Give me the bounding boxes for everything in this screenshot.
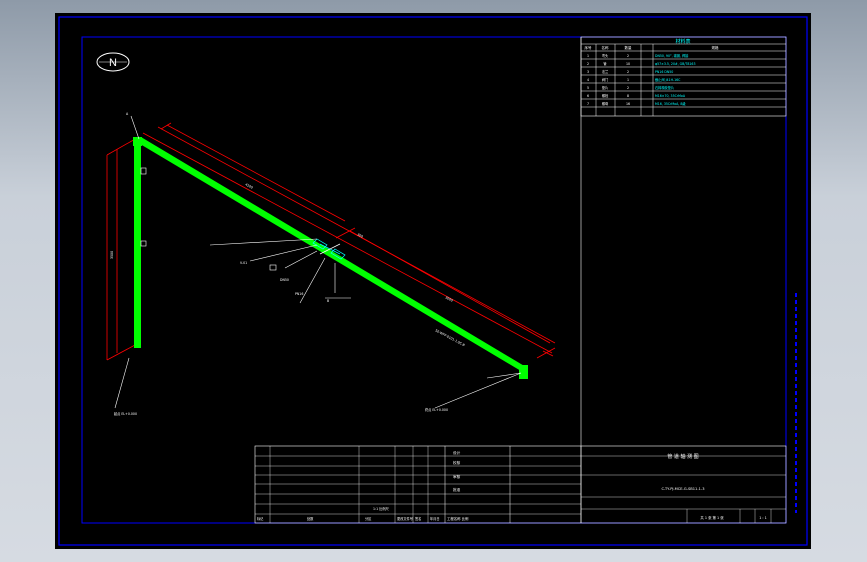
material-table-header: 材料表 <box>675 38 690 45</box>
material-table-cell: 螺母 <box>602 101 608 106</box>
pipe-segment-diagonal[interactable] <box>135 137 526 371</box>
elbow-end[interactable] <box>519 365 528 379</box>
tb-sign-label: 更改文件号 <box>397 516 413 521</box>
annotation-dim-mid: 3000 <box>445 295 454 302</box>
material-table-cell: 2 <box>627 86 629 90</box>
material-table-cell: 弯头 <box>602 53 609 58</box>
annotation-start: 起点 EL+0.000 <box>114 411 137 416</box>
annotation-label: B <box>327 299 329 303</box>
title-block: 设计 校核 审核 批准 工程名称 比例 标记 处数 分区 更改文件号 签名 年月… <box>254 445 787 524</box>
cad-viewport[interactable]: N 材料表 序号 名称 数量 规格 1 弯头 2 DN50, 90°, 碳钢, … <box>0 0 867 562</box>
tb-row-label: 校核 <box>453 460 461 465</box>
material-table-cell: 5 <box>587 86 589 90</box>
col-header: 规格 <box>712 45 720 50</box>
tb-sheet-info: 共 1 张 第 1 张 <box>700 515 724 520</box>
material-table-cell: 8 <box>627 94 629 98</box>
material-table-cell: PN16 DN50 <box>655 70 673 74</box>
material-table-cell: 阀门 <box>602 77 608 82</box>
material-table-cell: 7 <box>587 102 589 106</box>
material-table-cell: 2 <box>587 62 589 66</box>
tb-mid-label: 工程名称 比例 <box>447 516 469 521</box>
tb-sign-label: 分区 <box>365 516 372 521</box>
tb-bottom-note: 1:1 比例尺 <box>373 506 390 511</box>
annotation-leader: PN16 <box>295 292 303 296</box>
material-table-cell: 螺栓 <box>602 93 609 98</box>
tb-row-label: 设计 <box>453 450 461 455</box>
material-table-cell: DN50, 90°, 碳钢, 焊接 <box>655 53 689 58</box>
tb-scale: 1 : 1 <box>759 516 767 520</box>
annotation-leader: DN50 <box>280 278 289 282</box>
material-table-cell: 管 <box>603 61 606 66</box>
drawing-canvas: N 材料表 序号 名称 数量 规格 1 弯头 2 DN50, 90°, 碳钢, … <box>58 16 808 546</box>
annotation-dim-vertical: 3500 <box>110 251 114 259</box>
tb-sign-label: 标记 <box>257 516 264 521</box>
material-table-cell: 6 <box>587 94 589 98</box>
material-table-cell: 4 <box>587 78 589 82</box>
material-table-cell: 16 <box>626 102 630 106</box>
tb-title: 管 道 轴 测 图 <box>667 453 698 460</box>
north-symbol: N <box>96 52 130 72</box>
material-table: 材料表 序号 名称 数量 规格 1 弯头 2 DN50, 90°, 碳钢, 焊接 2 管 1… <box>580 36 787 117</box>
elbow-top[interactable] <box>133 137 142 146</box>
material-table-cell: 10 <box>626 62 630 66</box>
material-table-cell: 截止阀 J41H-16C <box>655 77 681 82</box>
pipe-segment-vertical[interactable] <box>134 141 141 348</box>
material-table-cell: 2 <box>627 54 629 58</box>
material-table-cell: φ57×3.5, 20#, GB/T8163 <box>655 62 695 66</box>
col-header: 名称 <box>602 45 610 50</box>
tb-drawing-no: C-TY-PJ-MCE-G-SB11-1-3 <box>661 487 704 491</box>
tb-sign-label: 签名 <box>415 516 421 521</box>
annotation-valve-tag: V-01 <box>240 261 247 265</box>
material-table-cell: 法兰 <box>602 69 608 74</box>
material-table-cell: 垫片 <box>602 85 608 90</box>
material-table-cell: 2 <box>627 70 629 74</box>
tb-sign-label: 处数 <box>307 516 314 521</box>
tb-row-label: 审核 <box>453 474 461 479</box>
col-header: 数量 <box>625 45 633 50</box>
material-table-cell: 1 <box>587 54 589 58</box>
pipe-run[interactable] <box>133 137 528 379</box>
material-table-cell: M16×70, 35CrMoA <box>655 94 686 98</box>
inner-frame <box>81 36 787 524</box>
north-label: N <box>109 57 117 69</box>
material-table-cell: 3 <box>587 70 589 74</box>
annotation-end: 终点 EL+0.000 <box>425 407 448 412</box>
drawing-sheet: N 材料表 序号 名称 数量 规格 1 弯头 2 DN50, 90°, 碳钢, … <box>55 13 811 549</box>
material-table-cell: M16, 35CrMoA, 8级 <box>655 101 686 106</box>
col-header: 序号 <box>585 45 593 50</box>
tb-row-label: 批准 <box>453 487 461 492</box>
material-table-cell: 1 <box>627 78 629 82</box>
material-table-cell: 石棉橡胶垫片 <box>655 85 674 90</box>
annotation-label: A <box>126 112 129 116</box>
tb-sign-label: 年月日 <box>430 516 440 521</box>
